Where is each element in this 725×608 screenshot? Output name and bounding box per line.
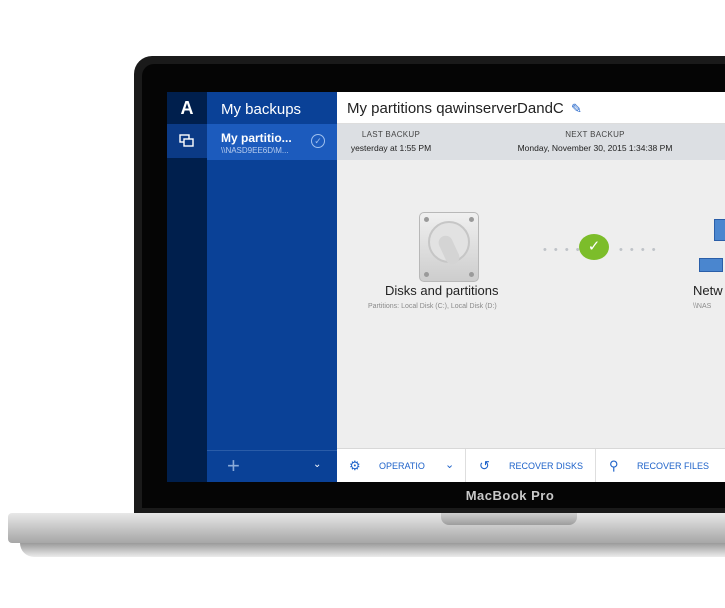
backup-title: My partitions qawinserverDandC xyxy=(347,100,564,117)
nav-rail: A xyxy=(167,92,207,482)
sidebar-item-subtitle: \\NASD9EE6D\M... xyxy=(221,146,289,155)
next-backup-info: NEXT BACKUP Monday, November 30, 2015 1:… xyxy=(505,130,685,153)
last-backup-label: LAST BACKUP xyxy=(361,130,421,139)
sidebar-footer: + ⌄ xyxy=(207,450,337,482)
next-backup-label: NEXT BACKUP xyxy=(565,130,625,139)
disk-screw xyxy=(469,272,474,277)
sidebar-item-my-partitions[interactable]: My partitio... \\NASD9EE6D\M... ✓ xyxy=(207,124,337,160)
network-computer-icon xyxy=(699,258,723,272)
network-icon[interactable] xyxy=(714,219,725,241)
toolbar-divider xyxy=(595,449,596,482)
operations-button[interactable]: ⚙ OPERATIO ⌄ xyxy=(347,449,465,482)
check-circle-icon: ✓ xyxy=(311,134,325,148)
last-backup-value: yesterday at 1:55 PM xyxy=(350,143,432,153)
sidebar-item-title: My partitio... xyxy=(221,131,292,145)
backups-icon xyxy=(179,134,194,147)
laptop-base xyxy=(8,513,725,543)
laptop-base-edge xyxy=(20,543,725,557)
recover-disks-label: RECOVER DISKS xyxy=(509,461,584,471)
edit-name-icon[interactable]: ✎ xyxy=(571,101,582,117)
destination-detail: \\NAS xyxy=(693,303,712,310)
connector-dots-left: • • • • xyxy=(543,244,582,256)
laptop-brand-label: MacBook Pro xyxy=(465,488,555,503)
recover-files-label: RECOVER FILES xyxy=(637,461,710,471)
disk-screw xyxy=(469,217,474,222)
gear-icon: ⚙ xyxy=(349,458,361,473)
app-screen: A My backups My partitio... \\NASD9EE6D\… xyxy=(167,92,725,482)
backup-ok-icon: ✓ xyxy=(579,234,609,260)
toolbar-divider xyxy=(465,449,466,482)
backup-detail-pane: My partitions qawinserverDandC ✎ LAST BA… xyxy=(337,92,725,482)
laptop-notch xyxy=(441,513,577,525)
disk-screw xyxy=(424,217,429,222)
chevron-down-icon[interactable]: ⌄ xyxy=(445,458,454,471)
last-backup-info: LAST BACKUP yesterday at 1:55 PM xyxy=(345,130,437,153)
acronis-logo: A xyxy=(180,98,194,118)
recover-icon: ↺ xyxy=(479,458,490,473)
add-backup-button[interactable]: + xyxy=(227,453,240,479)
next-backup-value: Monday, November 30, 2015 1:34:38 PM xyxy=(517,143,673,153)
operations-label: OPERATIO xyxy=(379,461,425,471)
action-toolbar: ⚙ OPERATIO ⌄ ↺ RECOVER DISKS ⚲ RECOVER F… xyxy=(337,448,725,482)
disk-screw xyxy=(424,272,429,277)
hard-disk-icon[interactable] xyxy=(419,212,479,282)
source-detail: Partitions: Local Disk (C:), Local Disk … xyxy=(368,303,497,310)
search-icon: ⚲ xyxy=(609,458,619,473)
backup-header: My partitions qawinserverDandC ✎ xyxy=(337,92,725,124)
connector-dots-right: • • • • xyxy=(619,244,658,256)
source-name: Disks and partitions xyxy=(385,283,499,298)
backups-sidebar: My backups My partitio... \\NASD9EE6D\M.… xyxy=(207,92,337,482)
destination-name: Netw xyxy=(693,283,723,298)
sidebar-title: My backups xyxy=(221,101,302,118)
chevron-down-icon[interactable]: ⌄ xyxy=(313,459,321,470)
rail-item-backups[interactable] xyxy=(167,124,207,158)
recover-disks-button[interactable]: ↺ RECOVER DISKS xyxy=(477,449,593,482)
recover-files-button[interactable]: ⚲ RECOVER FILES xyxy=(607,449,725,482)
backup-schedule-bar: LAST BACKUP yesterday at 1:55 PM NEXT BA… xyxy=(337,124,725,160)
